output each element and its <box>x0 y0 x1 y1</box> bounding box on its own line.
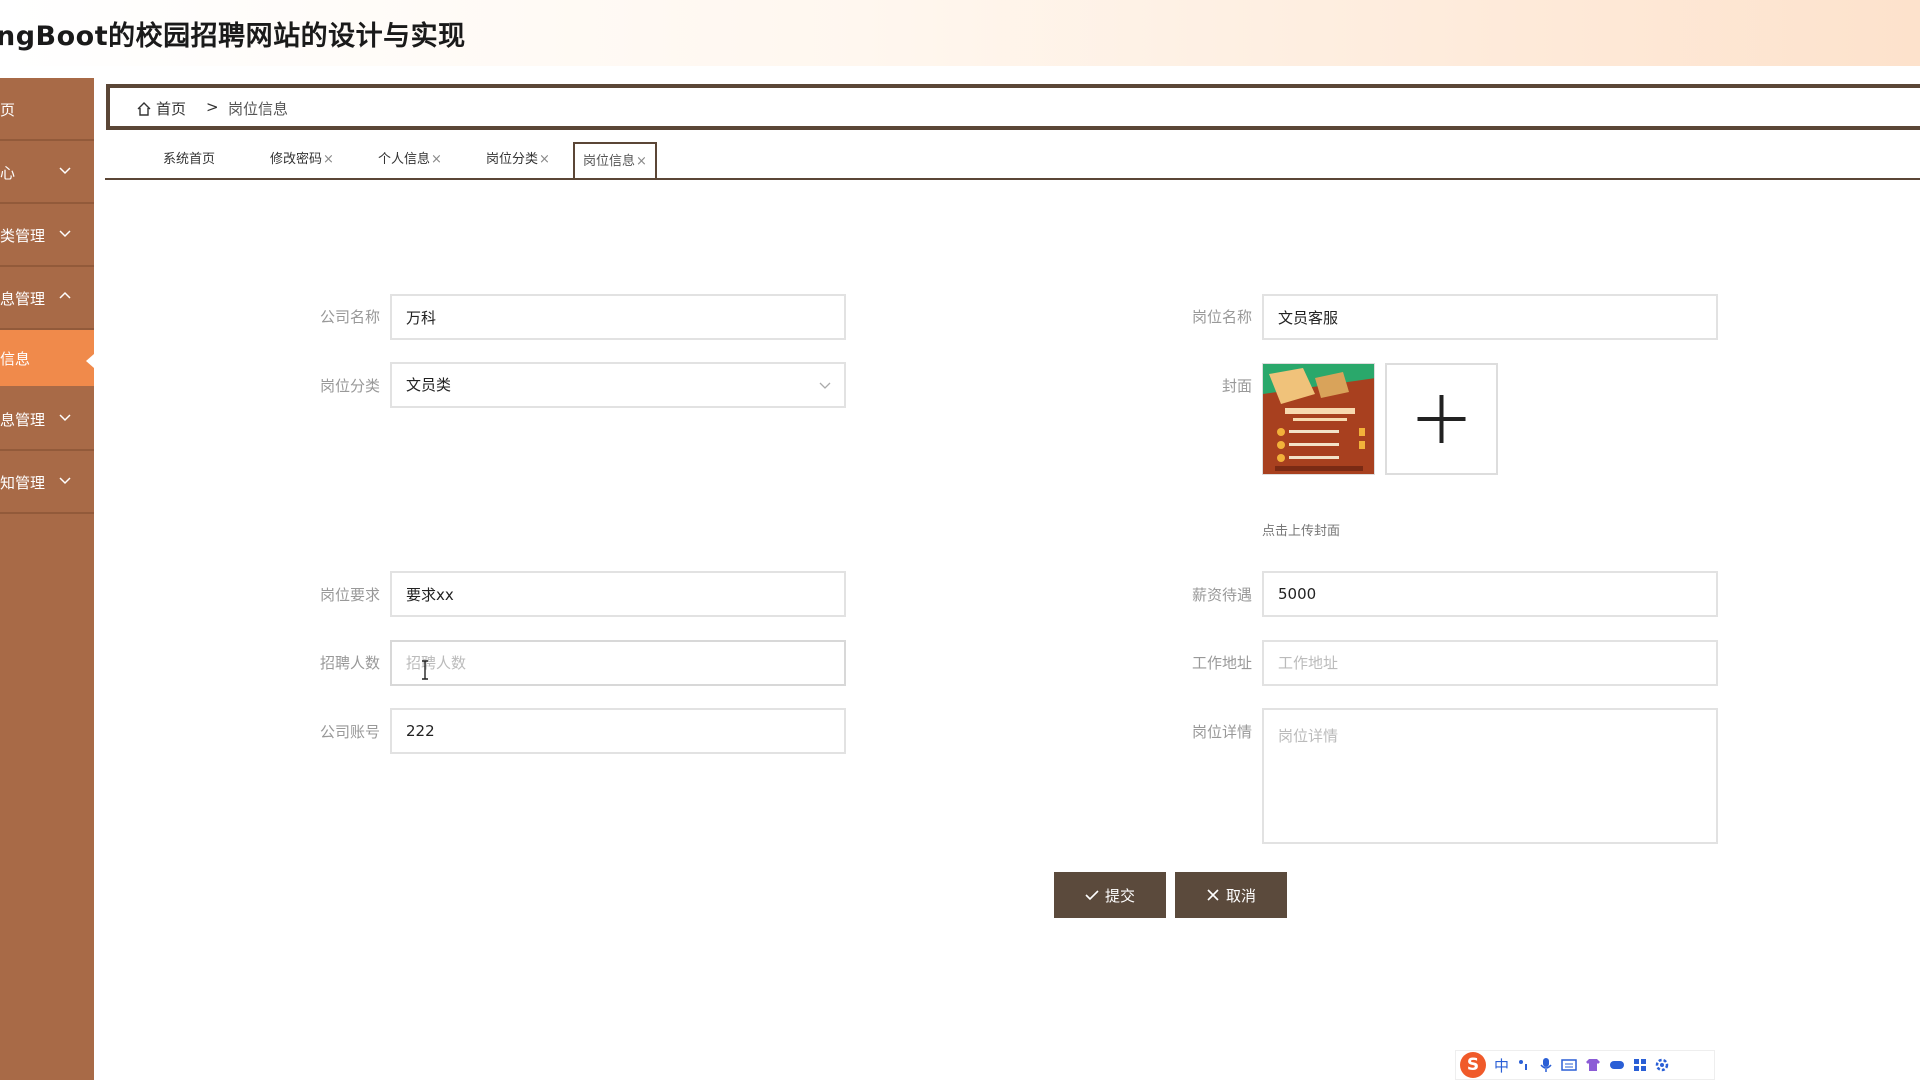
company-name-label: 公司名称 <box>319 308 380 326</box>
job-category-select[interactable]: 文员类 <box>390 362 846 408</box>
tab-change-password[interactable]: 修改密码× <box>270 142 334 178</box>
chevron-down-icon <box>819 382 831 389</box>
ime-mode-indicator[interactable]: 中 <box>1494 1055 1509 1076</box>
cover-label: 封面 <box>1221 377 1252 395</box>
company-account-input[interactable] <box>390 708 846 754</box>
job-name-input[interactable] <box>1262 294 1718 340</box>
close-icon <box>1207 889 1219 901</box>
tab-label: 系统首页 <box>163 152 216 167</box>
breadcrumb-current: 岗位信息 <box>228 100 289 118</box>
chevron-down-icon <box>59 477 71 485</box>
company-account-label: 公司账号 <box>319 723 380 741</box>
tab-bar: 系统首页 修改密码× 个人信息× 岗位分类× 岗位信息× <box>105 140 1920 180</box>
tab-label: 岗位信息 <box>583 154 636 169</box>
sidebar-item-label: 息管理 <box>0 411 46 429</box>
chevron-down-icon <box>59 230 71 238</box>
app-title: ngBoot的校园招聘网站的设计与实现 <box>0 21 466 52</box>
breadcrumb-home[interactable]: 首页 <box>136 98 186 119</box>
address-label: 工作地址 <box>1191 654 1252 672</box>
cover-image[interactable] <box>1262 363 1375 475</box>
cancel-label: 取消 <box>1225 886 1256 905</box>
close-icon[interactable]: × <box>539 152 550 167</box>
sidebar-item-info-management[interactable]: 息管理 <box>0 388 94 451</box>
skin-icon[interactable] <box>1585 1058 1601 1072</box>
requirements-input[interactable] <box>390 571 846 617</box>
home-icon <box>137 101 151 116</box>
app-header: ngBoot的校园招聘网站的设计与实现 <box>0 0 1920 66</box>
sidebar-item-category-management[interactable]: 类管理 <box>0 204 94 267</box>
headcount-input[interactable] <box>390 640 846 686</box>
address-input[interactable] <box>1262 640 1718 686</box>
submit-button[interactable]: 提交 <box>1054 872 1166 918</box>
tab-personal-info[interactable]: 个人信息× <box>378 142 442 178</box>
tab-label: 个人信息 <box>378 152 431 167</box>
job-name-label: 岗位名称 <box>1191 308 1252 326</box>
requirements-label: 岗位要求 <box>319 586 380 604</box>
punctuation-icon[interactable] <box>1517 1058 1531 1072</box>
breadcrumb: 首页 > 岗位信息 <box>106 84 1920 130</box>
sidebar-item-label: 信息 <box>0 350 31 368</box>
ime-toolbar: S 中 <box>1455 1050 1715 1080</box>
sidebar-item-label: 知管理 <box>0 474 46 492</box>
tab-label: 岗位分类 <box>486 152 539 167</box>
close-icon[interactable]: × <box>431 152 442 167</box>
check-icon <box>1085 890 1099 901</box>
sidebar-item-label: 类管理 <box>0 227 46 245</box>
submit-label: 提交 <box>1104 886 1135 905</box>
sidebar-item-center[interactable]: 心 <box>0 141 94 204</box>
game-icon[interactable] <box>1609 1058 1625 1072</box>
upload-cover-button[interactable] <box>1385 363 1498 475</box>
sidebar-item-label: 页 <box>0 101 16 119</box>
sidebar-item-label: 息管理 <box>0 290 46 308</box>
job-category-value: 文员类 <box>406 376 452 394</box>
sidebar-item-job-info[interactable]: 信息 <box>0 330 94 386</box>
close-icon[interactable]: × <box>636 154 647 169</box>
tab-system-home[interactable]: 系统首页 <box>163 142 215 178</box>
tab-label: 修改密码 <box>270 152 323 167</box>
active-caret-icon <box>86 354 94 368</box>
sidebar: 页 心 类管理 息管理 信息 息管理 知管理 <box>0 78 94 1080</box>
cover-poster-image <box>1263 364 1374 474</box>
toolbox-icon[interactable] <box>1633 1058 1647 1072</box>
sidebar-item-label: 心 <box>0 164 16 182</box>
sidebar-item-job-info-management[interactable]: 息管理 <box>0 267 94 330</box>
text-cursor-icon <box>422 660 428 680</box>
details-label: 岗位详情 <box>1191 723 1252 741</box>
chevron-down-icon <box>59 414 71 422</box>
details-textarea[interactable] <box>1262 708 1718 844</box>
cancel-button[interactable]: 取消 <box>1175 872 1287 918</box>
sidebar-item-notice-management[interactable]: 知管理 <box>0 451 94 514</box>
microphone-icon[interactable] <box>1539 1057 1553 1073</box>
plus-icon <box>1417 395 1466 443</box>
breadcrumb-separator: > <box>206 98 219 116</box>
chevron-up-icon <box>59 291 71 299</box>
settings-icon[interactable] <box>1655 1058 1669 1072</box>
sidebar-item-home[interactable]: 页 <box>0 78 94 141</box>
tab-job-info[interactable]: 岗位信息× <box>573 142 657 178</box>
close-icon[interactable]: × <box>323 152 334 167</box>
company-name-input[interactable] <box>390 294 846 340</box>
upload-cover-hint: 点击上传封面 <box>1262 524 1341 539</box>
headcount-label: 招聘人数 <box>319 654 380 672</box>
tab-job-category[interactable]: 岗位分类× <box>486 142 550 178</box>
breadcrumb-home-label: 首页 <box>156 100 187 118</box>
sogou-logo-icon[interactable]: S <box>1460 1052 1486 1078</box>
keyboard-icon[interactable] <box>1561 1058 1577 1072</box>
chevron-down-icon <box>59 167 71 175</box>
salary-label: 薪资待遇 <box>1191 586 1252 604</box>
salary-input[interactable] <box>1262 571 1718 617</box>
job-category-label: 岗位分类 <box>319 377 380 395</box>
